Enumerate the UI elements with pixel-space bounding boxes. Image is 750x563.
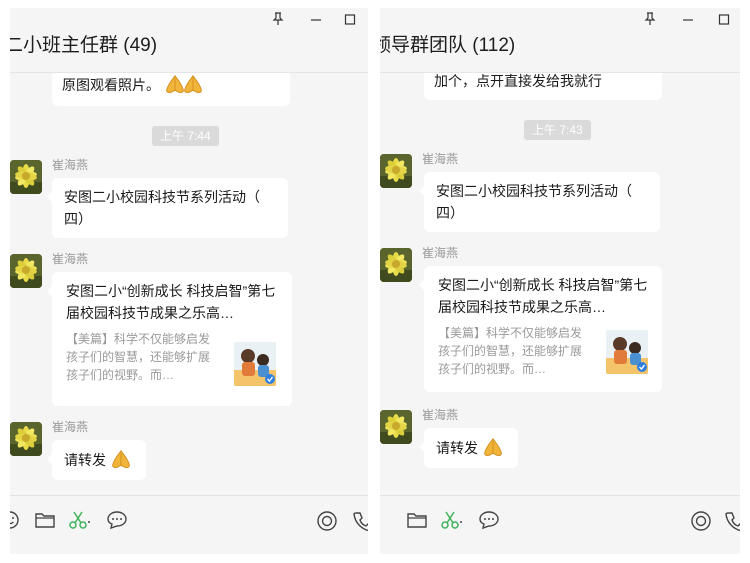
link-card[interactable]: 安图二小“创新成长 科技启智”第七届校园科技节成果之乐高… 【美篇】科学不仅能够…	[47, 272, 292, 406]
avatar[interactable]	[10, 160, 42, 194]
message-text-line: 四）	[436, 205, 464, 221]
message-text-line: 安图二小校园科技节系列活动（	[64, 189, 260, 205]
sender-name: 崔海燕	[422, 246, 459, 260]
sender-name: 崔海燕	[422, 152, 459, 166]
chat-title: 领导群团队 (112)	[380, 35, 516, 56]
chat-title: 二小班主任群 (49)	[10, 35, 158, 56]
avatar[interactable]	[380, 410, 412, 444]
chat-bubble-icon[interactable]	[478, 510, 500, 535]
pin-icon[interactable]	[640, 12, 660, 29]
message-text: 请转发	[436, 440, 478, 456]
scissors-icon[interactable]	[68, 510, 92, 535]
avatar[interactable]	[10, 254, 42, 288]
card-description: 【美篇】科学不仅能够启发孩子们的智慧，还能够扩展孩子们的视野。而…	[438, 326, 583, 376]
message-bubble[interactable]: 安图二小校园科技节系列活动（ 四）	[419, 172, 660, 232]
minimize-icon[interactable]	[678, 12, 698, 29]
message-text: 加个，点开直接发给我就行	[434, 73, 602, 89]
live-icon[interactable]	[316, 510, 338, 537]
praying-hands-icon	[482, 437, 504, 457]
link-card[interactable]: 安图二小“创新成长 科技启智”第七届校园科技节成果之乐高… 【美篇】科学不仅能够…	[419, 266, 662, 392]
message-bubble[interactable]: 加个，点开直接发给我就行	[424, 72, 662, 100]
maximize-icon[interactable]	[340, 12, 360, 29]
scissors-icon[interactable]	[440, 510, 464, 535]
message-bubble[interactable]: 安图二小校园科技节系列活动（ 四）	[47, 178, 288, 238]
message-bubble[interactable]: 原图观看照片。	[52, 72, 290, 106]
message-text-line: 安图二小校园科技节系列活动（	[436, 183, 632, 199]
praying-hands-icon	[110, 449, 132, 469]
folder-icon[interactable]	[34, 510, 56, 535]
maximize-icon[interactable]	[714, 12, 734, 29]
sender-name: 崔海燕	[52, 158, 89, 172]
sender-name: 崔海燕	[52, 252, 89, 266]
card-title: 安图二小“创新成长 科技启智”第七届校园科技节成果之乐高…	[66, 283, 276, 321]
sender-name: 崔海燕	[422, 408, 459, 422]
sender-name: 崔海燕	[52, 420, 89, 434]
folder-icon[interactable]	[406, 510, 428, 535]
input-toolbar	[380, 495, 740, 554]
emoji-icon[interactable]	[10, 510, 20, 535]
input-toolbar	[10, 495, 368, 554]
message-list[interactable]: 加个，点开直接发给我就行 上午 7:43 崔海燕 安图二小校园科技节系列活动（ …	[380, 72, 740, 496]
message-text-line: 四）	[64, 211, 92, 227]
avatar[interactable]	[380, 154, 412, 188]
message-bubble[interactable]: 请转发	[47, 440, 146, 480]
title-bar: 二小班主任群 (49)	[10, 8, 368, 73]
message-text: 请转发	[64, 452, 106, 468]
title-bar: 领导群团队 (112)	[380, 8, 740, 73]
chat-window-right: 领导群团队 (112) 加个，点开直接发给我就行 上午 7:43 崔海燕 安图二…	[380, 8, 740, 554]
timestamp: 上午 7:43	[524, 120, 591, 140]
live-icon[interactable]	[690, 510, 712, 537]
message-bubble[interactable]: 请转发	[419, 428, 518, 468]
card-description: 【美篇】科学不仅能够启发孩子们的智慧，还能够扩展孩子们的视野。而…	[66, 332, 211, 382]
avatar[interactable]	[380, 248, 412, 282]
chat-window-left: 二小班主任群 (49) 原图观看照片。 上午 7:44 崔海燕 安图二小校园科技…	[10, 8, 368, 554]
message-list[interactable]: 原图观看照片。 上午 7:44 崔海燕 安图二小校园科技节系列活动（ 四） 崔海…	[10, 72, 368, 496]
card-thumbnail	[234, 342, 276, 386]
card-thumbnail	[606, 330, 648, 374]
avatar[interactable]	[10, 422, 42, 456]
praying-hands-icon	[182, 74, 204, 94]
card-title: 安图二小“创新成长 科技启智”第七届校园科技节成果之乐高…	[438, 277, 648, 315]
timestamp: 上午 7:44	[152, 126, 219, 146]
phone-icon[interactable]	[724, 510, 740, 537]
message-text: 原图观看照片。	[62, 77, 160, 93]
phone-icon[interactable]	[352, 510, 368, 537]
chat-bubble-icon[interactable]	[106, 510, 128, 535]
minimize-icon[interactable]	[306, 12, 326, 29]
pin-icon[interactable]	[268, 12, 288, 29]
